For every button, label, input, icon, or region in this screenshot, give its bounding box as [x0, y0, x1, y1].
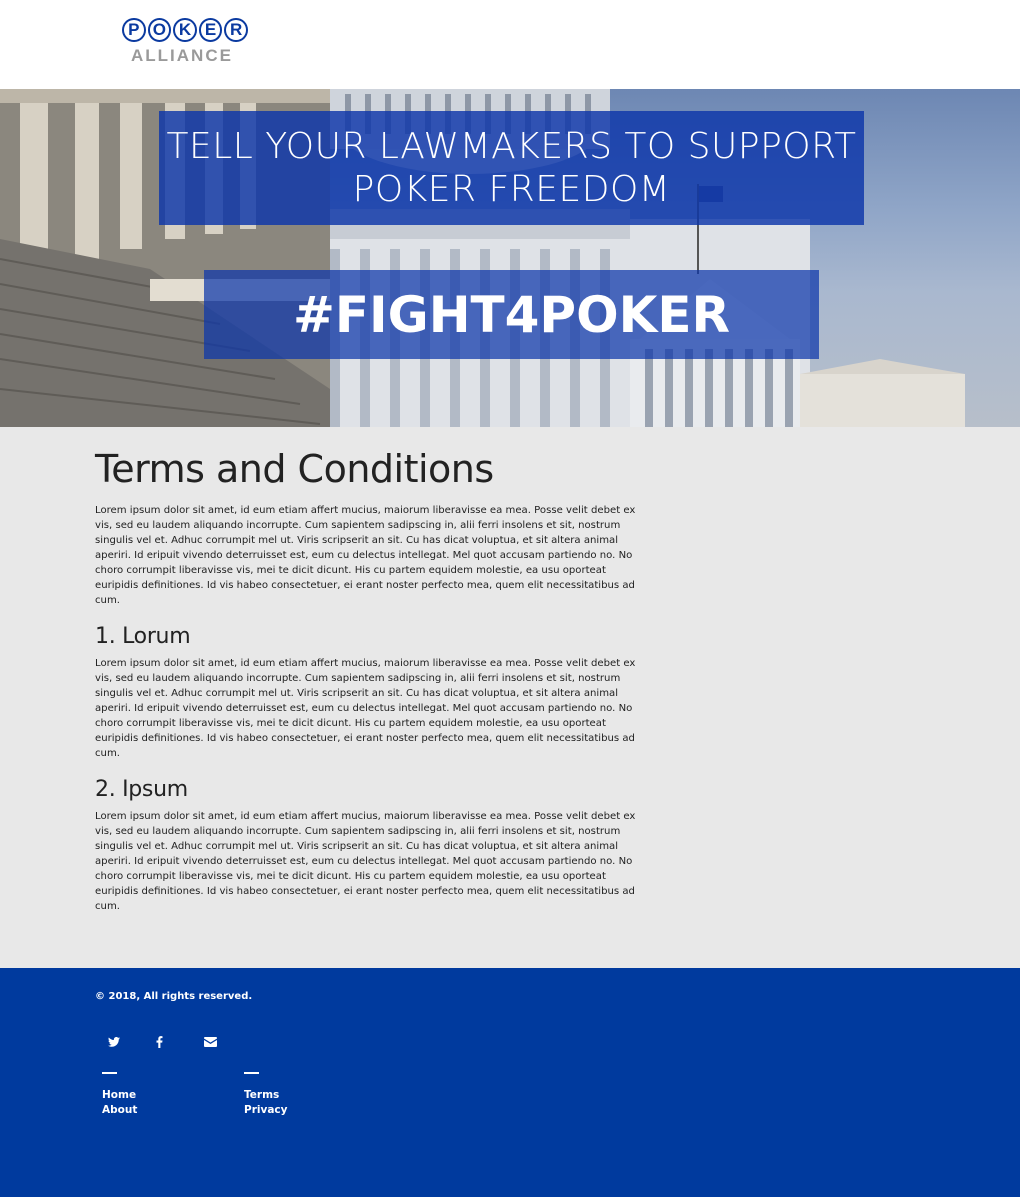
- poker-alliance-logo[interactable]: P O K E R ALLIANCE: [122, 18, 248, 66]
- column-divider: [244, 1072, 259, 1074]
- facebook-link[interactable]: [156, 1034, 204, 1050]
- logo-letter: R: [224, 18, 248, 42]
- hero-headline-line2: POKER FREEDOM: [352, 169, 671, 210]
- facebook-icon: [156, 1036, 163, 1048]
- footer-link-home[interactable]: Home: [102, 1088, 137, 1103]
- logo-letter: P: [122, 18, 146, 42]
- intro-paragraph: Lorem ipsum dolor sit amet, id eum etiam…: [95, 505, 636, 606]
- copyright-text: © 2018, All rights reserved.: [95, 991, 253, 1002]
- hero-hashtag: #FIGHT4POKER: [204, 270, 819, 359]
- hero-banner: TELL YOUR LAWMAKERS TO SUPPORT POKER FRE…: [0, 89, 1020, 427]
- section-body: Lorem ipsum dolor sit amet, id eum etiam…: [95, 658, 636, 759]
- logo-letter: O: [147, 18, 172, 42]
- footer-link-privacy[interactable]: Privacy: [244, 1103, 287, 1118]
- logo-letters: P O K E R: [122, 18, 248, 42]
- footer-links-column-1: Home About: [102, 1072, 137, 1118]
- terms-content: Terms and Conditions Lorem ipsum dolor s…: [0, 427, 640, 968]
- logo-subtitle: ALLIANCE: [131, 46, 233, 65]
- hero-headline: TELL YOUR LAWMAKERS TO SUPPORT POKER FRE…: [159, 111, 864, 225]
- section-body: Lorem ipsum dolor sit amet, id eum etiam…: [95, 811, 636, 912]
- page-title: Terms and Conditions: [95, 447, 494, 491]
- social-links: [108, 1034, 252, 1050]
- footer-link-about[interactable]: About: [102, 1103, 137, 1118]
- column-divider: [102, 1072, 117, 1074]
- section-heading: 1. Lorum: [95, 624, 191, 649]
- twitter-icon: [108, 1037, 120, 1047]
- site-footer: © 2018, All rights reserved. Home About …: [0, 968, 1020, 1197]
- site-header: P O K E R ALLIANCE: [0, 0, 1020, 89]
- email-link[interactable]: [204, 1034, 252, 1050]
- twitter-link[interactable]: [108, 1034, 156, 1050]
- footer-link-terms[interactable]: Terms: [244, 1088, 287, 1103]
- envelope-icon: [204, 1037, 217, 1047]
- logo-letter: E: [198, 18, 223, 42]
- section-heading: 2. Ipsum: [95, 777, 188, 802]
- logo-letter: K: [173, 18, 197, 42]
- hero-headline-line1: TELL YOUR LAWMAKERS TO SUPPORT: [166, 126, 857, 167]
- footer-links-column-2: Terms Privacy: [244, 1072, 287, 1118]
